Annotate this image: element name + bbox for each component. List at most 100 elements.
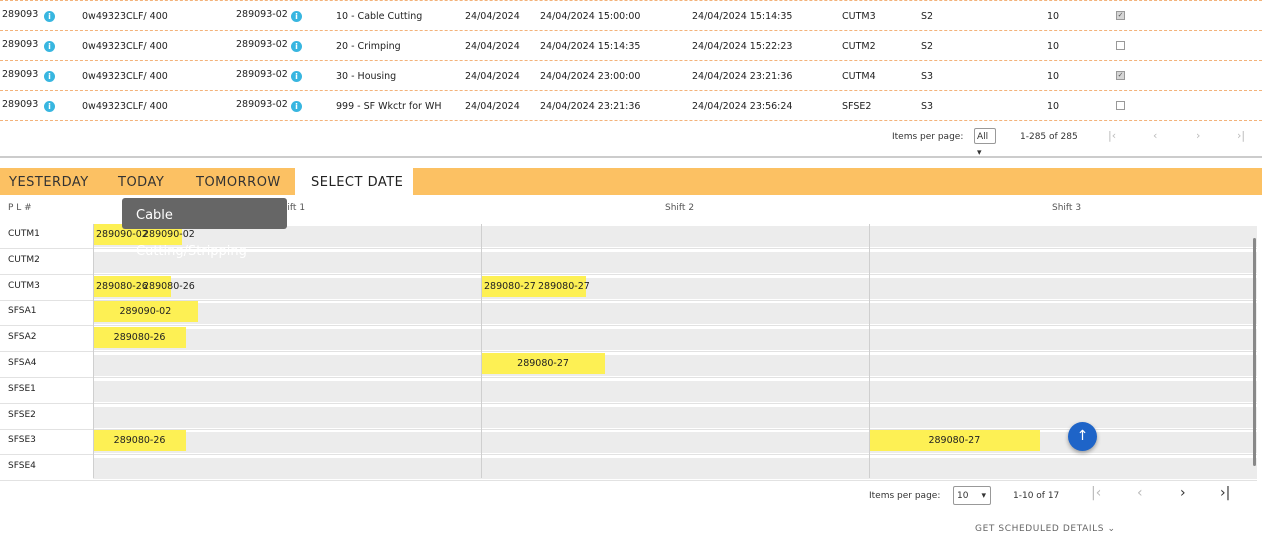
row-label: SFSE1 xyxy=(8,384,36,394)
gantt-bar[interactable]: 289090-02 xyxy=(93,301,198,322)
row-checkbox[interactable] xyxy=(1116,101,1125,110)
cell-qty: 10 xyxy=(1047,41,1060,52)
cell-shift: S2 xyxy=(921,41,934,52)
gantt-bar[interactable]: 289080-27 289080-27 xyxy=(481,276,590,297)
row-label: SFSE3 xyxy=(8,435,36,445)
gantt-bar[interactable]: 289080-27 xyxy=(481,353,606,374)
first-page-icon[interactable]: |‹ xyxy=(1091,485,1101,501)
tab-yesterday[interactable]: YESTERDAY xyxy=(0,168,98,195)
bar-label: 289080-27 xyxy=(517,358,569,369)
gantt-lane xyxy=(93,252,1257,273)
tab-today[interactable]: TODAY xyxy=(109,168,173,195)
next-page-icon[interactable]: › xyxy=(1196,129,1200,142)
tab-select-date[interactable]: SELECT DATE xyxy=(295,168,413,195)
row-label: CUTM2 xyxy=(8,255,40,265)
cell-wo: 289093-02 xyxy=(236,69,288,80)
gantt-bar[interactable]: 289080-26 xyxy=(93,327,187,348)
gantt-lane xyxy=(93,355,1257,376)
row-header: P L # xyxy=(8,203,32,213)
cell-start: 24/04/2024 15:00:00 xyxy=(540,11,641,22)
cell-machine: SFSE2 xyxy=(842,101,872,112)
info-icon[interactable]: i xyxy=(44,11,55,22)
row-divider xyxy=(0,274,1257,275)
cell-date: 24/04/2024 xyxy=(465,71,520,82)
cell-machine: CUTM4 xyxy=(842,71,876,82)
cell-shift: S2 xyxy=(921,11,934,22)
info-icon[interactable]: i xyxy=(44,101,55,112)
gantt-lane xyxy=(93,226,1257,247)
shift-divider xyxy=(481,224,482,478)
cell-qty: 10 xyxy=(1047,101,1060,112)
row-label: SFSA4 xyxy=(8,358,37,368)
chevron-down-icon: ▾ xyxy=(981,491,986,501)
cell-op: 10 - Cable Cutting xyxy=(336,11,423,22)
bar-label: 289080-26 xyxy=(143,281,195,292)
row-checkbox[interactable]: ✓ xyxy=(1116,71,1125,80)
gantt-lane xyxy=(93,329,1257,350)
scroll-top-button[interactable]: ↑ xyxy=(1068,422,1097,451)
table-row: 289093 0w49323CLF/ 400 289093-02 30 - Housi… xyxy=(0,60,1262,90)
info-icon[interactable]: i xyxy=(291,101,302,112)
cell-op: 30 - Housing xyxy=(336,71,397,82)
row-label: SFSE4 xyxy=(8,461,36,471)
gantt-bar[interactable]: 289080-26 xyxy=(93,430,187,451)
gantt-bar[interactable]: 289080-27 xyxy=(869,430,1040,451)
gantt-lane xyxy=(93,381,1257,402)
get-scheduled-details-button[interactable]: GET SCHEDULED DETAILS ⌄ xyxy=(975,524,1116,534)
shift-divider xyxy=(869,224,870,478)
info-icon[interactable]: i xyxy=(291,71,302,82)
next-page-icon[interactable]: › xyxy=(1180,485,1186,501)
info-icon[interactable]: i xyxy=(291,11,302,22)
items-per-page-select[interactable]: 10 ▾ xyxy=(953,486,991,505)
cell-shift: S3 xyxy=(921,71,934,82)
chevron-down-icon: ⌄ xyxy=(1107,524,1116,534)
table-row: 289093 0w49323CLF/ 400 289093-02 999 - SF W… xyxy=(0,90,1262,121)
cell-wo: 289093-02 xyxy=(236,99,288,110)
gantt-bar[interactable]: 289080-26 289080-26 xyxy=(93,276,195,297)
bar-label: 289080-26 xyxy=(113,332,166,343)
cell-start: 24/04/2024 23:21:36 xyxy=(540,101,641,112)
arrow-up-icon: ↑ xyxy=(1076,428,1089,444)
info-icon[interactable]: i xyxy=(44,41,55,52)
cell-order: 289093 xyxy=(2,39,39,50)
first-page-icon[interactable]: |‹ xyxy=(1108,129,1116,142)
cell-start: 24/04/2024 23:00:00 xyxy=(540,71,641,82)
row-label: CUTM3 xyxy=(8,281,40,291)
gantt-lane xyxy=(93,303,1257,324)
cell-qty: 10 xyxy=(1047,71,1060,82)
bar-label: 289080-27 xyxy=(538,281,590,292)
cell-date: 24/04/2024 xyxy=(465,101,520,112)
cell-end: 24/04/2024 15:14:35 xyxy=(692,11,793,22)
cell-part: 0w49323CLF/ 400 xyxy=(82,41,168,52)
cell-order: 289093 xyxy=(2,99,39,110)
cell-end: 24/04/2024 23:56:24 xyxy=(692,101,793,112)
table-row: 289093 0w49323CLF/ 400 289093-02 20 - Crimp… xyxy=(0,30,1262,60)
prev-page-icon[interactable]: ‹ xyxy=(1153,129,1157,142)
operations-table: 289093 0w49323CLF/ 400 289093-02 10 - Cable… xyxy=(0,0,1262,121)
vertical-scrollbar[interactable] xyxy=(1253,238,1256,466)
cell-machine: CUTM3 xyxy=(842,11,876,22)
cell-part: 0w49323CLF/ 400 xyxy=(82,11,168,22)
items-per-page-select[interactable]: All ▾ xyxy=(974,128,996,158)
cell-qty: 10 xyxy=(1047,11,1060,22)
row-checkbox[interactable]: ✓ xyxy=(1116,11,1125,20)
row-checkbox[interactable] xyxy=(1116,41,1125,50)
row-divider xyxy=(0,403,1257,404)
prev-page-icon[interactable]: ‹ xyxy=(1137,485,1143,501)
cell-end: 24/04/2024 15:22:23 xyxy=(692,41,793,52)
last-page-icon[interactable]: ›| xyxy=(1220,485,1230,501)
row-divider xyxy=(0,480,1257,481)
info-icon[interactable]: i xyxy=(44,71,55,82)
gantt-paginator: Items per page: 10 ▾ 1-10 of 17 |‹ ‹ › ›| xyxy=(0,483,1262,511)
row-label: SFSA1 xyxy=(8,306,37,316)
tab-tomorrow[interactable]: TOMORROW xyxy=(187,168,290,195)
table-row: 289093 0w49323CLF/ 400 289093-02 10 - Cable… xyxy=(0,0,1262,30)
last-page-icon[interactable]: ›| xyxy=(1237,129,1245,142)
row-divider xyxy=(0,351,1257,352)
info-icon[interactable]: i xyxy=(291,41,302,52)
items-per-page-label: Items per page: xyxy=(869,491,941,501)
page-range: 1-10 of 17 xyxy=(1013,491,1060,501)
shift-3-header: Shift 3 xyxy=(1052,203,1082,213)
cell-op: 999 - SF Wkctr for WH xyxy=(336,101,442,112)
bar-label: 289080-27 xyxy=(484,281,536,292)
